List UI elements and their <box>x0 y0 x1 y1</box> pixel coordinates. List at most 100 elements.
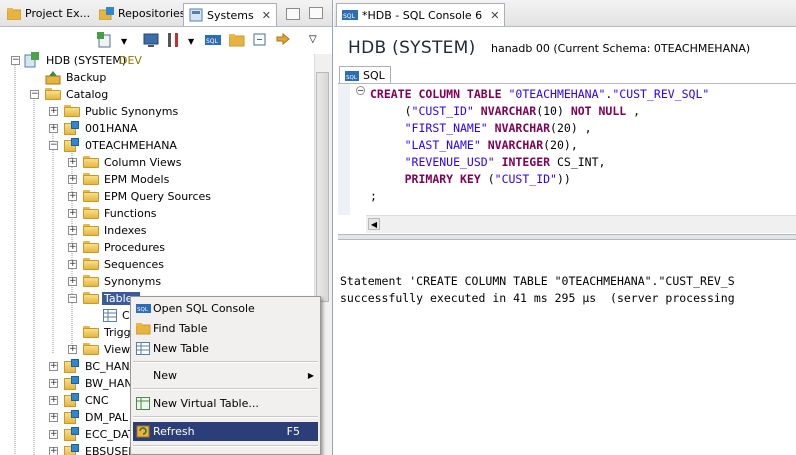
expand-icon[interactable]: + <box>68 277 77 286</box>
tree-item-sequences[interactable]: + Sequences <box>0 256 314 273</box>
maximize-button[interactable] <box>309 7 323 19</box>
sql-keyword: PRIMARY KEY <box>404 172 481 186</box>
expand-icon[interactable]: + <box>68 209 77 218</box>
virtual-table-icon <box>136 397 150 410</box>
code-line[interactable]: CREATE COLUMN TABLE "0TEACHMEHANA"."CUST… <box>370 86 709 103</box>
tree-item-functions[interactable]: + Functions <box>0 205 314 222</box>
tab-sql-console[interactable]: SQL *HDB - SQL Console 6 ✕ <box>336 3 506 26</box>
tools-icon[interactable] <box>166 32 182 48</box>
minimize-button[interactable] <box>286 8 300 20</box>
expand-icon[interactable]: + <box>68 260 77 269</box>
tree-item-indexes[interactable]: + Indexes <box>0 222 314 239</box>
menu-item-new-virtual-table[interactable]: New Virtual Table... <box>133 394 318 413</box>
expand-icon[interactable]: + <box>49 396 58 405</box>
menu-item-open-sql-console[interactable]: SQL Open SQL Console <box>133 299 318 318</box>
folder-icon <box>83 173 99 185</box>
view-menu-icon[interactable]: ▽ <box>309 34 317 45</box>
folder-open-icon[interactable] <box>228 32 245 48</box>
expand-icon[interactable]: + <box>68 345 77 354</box>
schema-icon <box>64 359 80 373</box>
tree-item-procedures[interactable]: + Procedures <box>0 239 314 256</box>
fold-icon[interactable]: − <box>356 86 365 95</box>
expand-icon[interactable]: + <box>68 243 77 252</box>
expand-icon[interactable]: + <box>49 107 58 116</box>
monitor-icon[interactable] <box>143 32 159 48</box>
link-with-editor-icon[interactable] <box>275 32 291 48</box>
folder-icon <box>83 275 99 287</box>
menu-item-refresh[interactable]: Refresh F5 <box>133 422 318 441</box>
editor-output-divider[interactable] <box>338 234 796 240</box>
editor-tab-bar: SQL *HDB - SQL Console 6 ✕ <box>334 0 796 27</box>
svg-text:SQL: SQL <box>206 38 219 45</box>
menu-item-new[interactable]: New ▶ <box>133 366 318 385</box>
sql-identifier: "CUST_ID" <box>411 104 474 118</box>
tree-item-schema-001hana[interactable]: + 001HANA <box>0 120 314 137</box>
sql-text: ( <box>370 104 412 118</box>
sql-text: )) <box>556 172 571 186</box>
tools-dropdown-icon[interactable]: ▼ <box>188 37 194 46</box>
expand-icon[interactable]: + <box>68 226 77 235</box>
menu-item-shortcut: F5 <box>286 425 300 438</box>
expand-icon[interactable]: + <box>49 413 58 422</box>
expand-icon[interactable]: + <box>68 158 77 167</box>
collapse-icon[interactable]: − <box>49 141 58 150</box>
systems-icon <box>189 8 203 22</box>
scroll-left-icon[interactable]: ◀ <box>368 218 380 230</box>
code-line[interactable]: PRIMARY KEY ("CUST_ID")) <box>370 171 571 188</box>
backup-icon <box>45 71 61 85</box>
code-line[interactable]: "FIRST_NAME" NVARCHAR(20) , <box>370 120 592 137</box>
output-line: Statement 'CREATE COLUMN TABLE "0TEACHME… <box>340 274 735 288</box>
menu-item-label: New <box>153 369 177 382</box>
collapse-icon[interactable]: − <box>68 294 77 303</box>
code-line[interactable]: "LAST_NAME" NVARCHAR(20), <box>370 137 578 154</box>
tree-item-label: 001HANA <box>85 122 138 135</box>
tab-repositories[interactable]: Repositories <box>94 3 191 24</box>
system-icon <box>24 52 39 68</box>
close-icon[interactable]: ✕ <box>262 9 271 22</box>
tree-item-public-synonyms[interactable]: + Public Synonyms <box>0 103 314 120</box>
dropdown-arrow-icon[interactable]: ▼ <box>121 37 127 46</box>
close-icon[interactable]: ✕ <box>490 9 499 22</box>
expand-icon[interactable]: + <box>49 124 58 133</box>
code-line[interactable]: ("CUST_ID" NVARCHAR(10) NOT NULL , <box>370 103 640 120</box>
tree-item-epm-query-sources[interactable]: + EPM Query Sources <box>0 188 314 205</box>
tree-scrollbar-thumb[interactable] <box>316 72 329 302</box>
collapse-icon[interactable]: − <box>30 90 39 99</box>
expand-icon[interactable]: + <box>49 430 58 439</box>
expand-icon[interactable]: + <box>49 379 58 388</box>
sql-keyword: NVARCHAR <box>487 138 544 152</box>
code-line[interactable]: "REVENUE_USD" INTEGER CS_INT, <box>370 154 606 171</box>
tree-item-synonyms[interactable]: + Synonyms <box>0 273 314 290</box>
sql-identifier: "LAST_NAME" <box>404 138 481 152</box>
expand-icon[interactable]: + <box>49 447 58 455</box>
sql-icon[interactable]: SQL <box>205 32 221 48</box>
tree-item-backup[interactable]: Backup <box>0 69 314 86</box>
table-icon <box>136 342 150 355</box>
tree-item-schema-0teachmehana[interactable]: − 0TEACHMEHANA <box>0 137 314 154</box>
menu-item-new-table[interactable]: New Table <box>133 339 318 358</box>
tab-sql[interactable]: SQL SQL <box>339 66 391 84</box>
repository-icon <box>99 7 114 20</box>
code-line[interactable]: ; <box>370 188 377 205</box>
tab-systems[interactable]: Systems ✕ <box>183 3 277 26</box>
schema-icon <box>64 121 80 135</box>
folder-icon <box>83 343 99 355</box>
tree-item-catalog[interactable]: − Catalog <box>0 86 314 103</box>
expand-icon[interactable]: + <box>49 362 58 371</box>
sql-keyword: NVARCHAR <box>480 104 537 118</box>
tree-item-label: EBSUSER <box>85 445 136 455</box>
menu-item-find-table[interactable]: Find Table <box>133 319 318 338</box>
collapse-icon[interactable]: − <box>11 56 20 65</box>
tree-item-column-views[interactable]: + Column Views <box>0 154 314 171</box>
editor-horizontal-scrollbar[interactable]: ◀ <box>366 215 796 233</box>
expand-icon[interactable]: + <box>68 192 77 201</box>
schema-icon <box>64 393 80 407</box>
tree-item-system[interactable]: − HDB (SYSTEM) DEV <box>0 52 314 69</box>
expand-icon[interactable]: + <box>68 175 77 184</box>
tree-item-label: BW_HAN <box>85 377 133 390</box>
collapse-all-icon[interactable] <box>252 32 268 48</box>
tree-item-epm-models[interactable]: + EPM Models <box>0 171 314 188</box>
add-system-icon[interactable] <box>97 32 113 48</box>
tab-project-explorer[interactable]: Project Ex... <box>2 3 95 24</box>
